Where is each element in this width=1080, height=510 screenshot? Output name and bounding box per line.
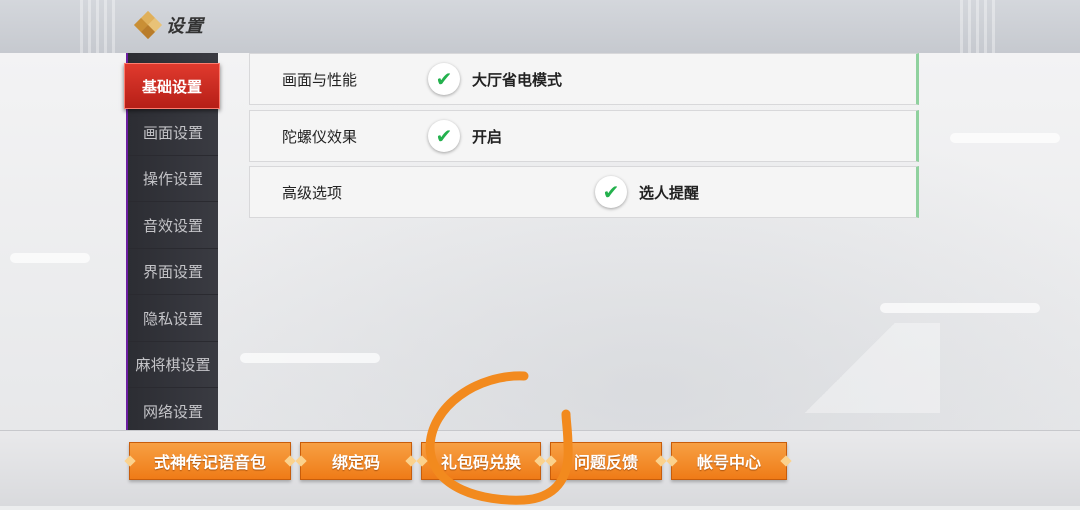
setting-row-gyroscope: 陀螺仪效果 ✔ 开启 bbox=[249, 110, 919, 162]
sidebar-item-network[interactable]: 网络设置 bbox=[128, 389, 218, 435]
sidebar-item-privacy[interactable]: 隐私设置 bbox=[128, 296, 218, 342]
checkmark-icon[interactable]: ✔ bbox=[428, 63, 460, 95]
setting-row-label: 高级选项 bbox=[282, 184, 343, 202]
option-selection-reminder[interactable]: ✔ 选人提醒 bbox=[595, 176, 699, 208]
bind-code-button[interactable]: 绑定码 bbox=[300, 442, 412, 480]
account-center-button[interactable]: 帐号中心 bbox=[671, 442, 787, 480]
gift-code-redeem-button[interactable]: 礼包码兑换 bbox=[421, 442, 541, 480]
diamond-settings-icon bbox=[133, 10, 163, 40]
voice-pack-button[interactable]: 式神传记语音包 bbox=[129, 442, 291, 480]
setting-row-label: 陀螺仪效果 bbox=[282, 128, 358, 146]
sidebar-item-label: 网络设置 bbox=[142, 403, 203, 421]
checkmark-icon[interactable]: ✔ bbox=[595, 176, 627, 208]
sidebar-item-label: 麻将棋设置 bbox=[135, 356, 211, 374]
option-label: 大厅省电模式 bbox=[472, 70, 563, 89]
sidebar-item-basic[interactable]: 基础设置 bbox=[124, 63, 220, 109]
top-bar: 设置 bbox=[0, 0, 1080, 54]
option-gyroscope-enable[interactable]: ✔ 开启 bbox=[428, 120, 502, 152]
sidebar-item-graphics[interactable]: 画面设置 bbox=[128, 110, 218, 156]
top-decoration-left bbox=[80, 0, 120, 53]
sidebar-item-label: 画面设置 bbox=[142, 124, 203, 142]
page-title: 设置 bbox=[166, 16, 204, 37]
sidebar-item-label: 基础设置 bbox=[141, 77, 202, 96]
setting-row-advanced: 高级选项 ✔ 选人提醒 bbox=[249, 166, 919, 218]
sidebar-item-label: 隐私设置 bbox=[142, 310, 203, 328]
sidebar-item-interface[interactable]: 界面设置 bbox=[128, 249, 218, 295]
top-decoration-right bbox=[960, 0, 1000, 53]
checkmark-icon[interactable]: ✔ bbox=[428, 120, 460, 152]
feedback-button[interactable]: 问题反馈 bbox=[550, 442, 662, 480]
sidebar-item-audio[interactable]: 音效设置 bbox=[128, 203, 218, 249]
sidebar-item-mahjong[interactable]: 麻将棋设置 bbox=[128, 342, 218, 388]
sidebar-item-controls[interactable]: 操作设置 bbox=[128, 156, 218, 202]
option-label: 选人提醒 bbox=[639, 183, 700, 202]
option-lobby-power-saving[interactable]: ✔ 大厅省电模式 bbox=[428, 63, 562, 95]
sidebar-item-label: 操作设置 bbox=[142, 170, 203, 188]
setting-row-graphics-performance: 画面与性能 ✔ 大厅省电模式 bbox=[249, 53, 919, 105]
sidebar-item-label: 音效设置 bbox=[142, 217, 203, 235]
sidebar-item-label: 界面设置 bbox=[142, 263, 203, 281]
option-label: 开启 bbox=[472, 127, 503, 146]
settings-sidebar: 基础设置 画面设置 操作设置 音效设置 界面设置 隐私设置 麻将棋设置 网络设置 bbox=[124, 53, 220, 435]
page-title-group: 设置 bbox=[133, 10, 204, 40]
setting-row-label: 画面与性能 bbox=[282, 71, 358, 89]
